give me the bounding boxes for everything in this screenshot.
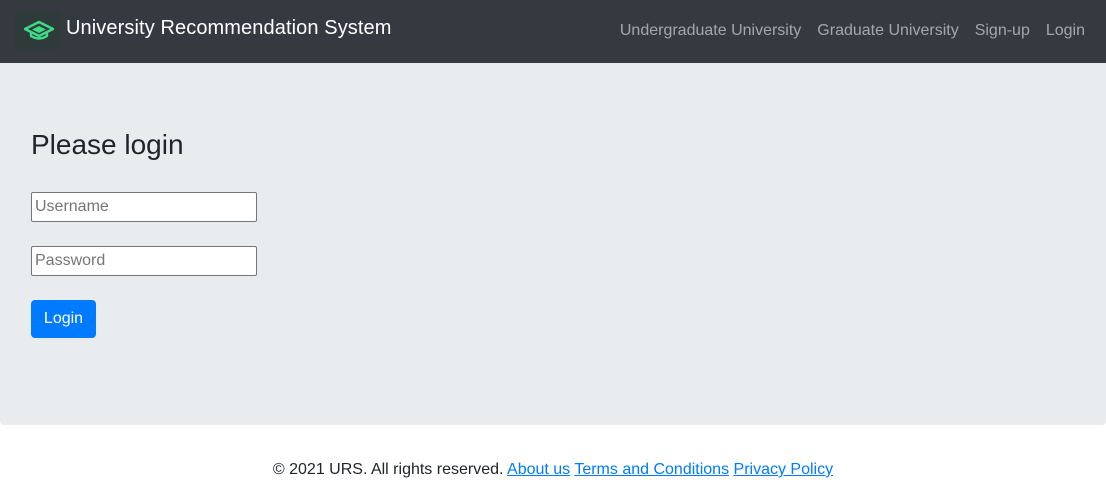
about-us-link[interactable]: About us [507, 461, 570, 478]
nav-link-graduate-university[interactable]: Graduate University [817, 20, 958, 42]
nav-link-undergraduate-university[interactable]: Undergraduate University [620, 20, 801, 42]
login-button[interactable]: Login [31, 300, 96, 338]
username-input[interactable] [31, 192, 257, 222]
copyright-text: © 2021 URS. All rights reserved. [272, 461, 504, 478]
password-input[interactable] [31, 246, 257, 276]
login-panel: Please login Login [0, 63, 1106, 425]
privacy-policy-link[interactable]: Privacy Policy [734, 461, 834, 478]
nav-link-login[interactable]: Login [1046, 20, 1085, 42]
brand-title[interactable]: University Recommendation System [66, 16, 392, 40]
graduation-cap-icon [24, 20, 54, 40]
nav-link-sign-up[interactable]: Sign-up [975, 20, 1030, 42]
page-title: Please login [31, 129, 184, 160]
brand-logo[interactable] [15, 12, 62, 49]
footer: © 2021 URS. All rights reserved. About u… [0, 458, 1106, 482]
nav-links: Undergraduate University Graduate Univer… [620, 20, 1085, 42]
navbar: University Recommendation System Undergr… [0, 0, 1106, 63]
terms-and-conditions-link[interactable]: Terms and Conditions [574, 461, 729, 478]
